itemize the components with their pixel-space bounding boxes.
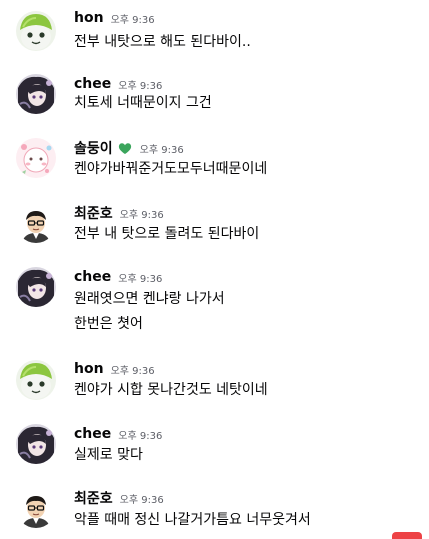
message-text: 치토세 너때문이지 그건 — [74, 95, 212, 111]
dark-anime-avatar-icon — [16, 74, 56, 114]
message-text: 켄야가 시합 못나간것도 네탓이네 — [74, 382, 268, 398]
avatar[interactable] — [16, 267, 56, 307]
message-timestamp[interactable]: 오후 9:36 — [118, 427, 162, 442]
message-timestamp[interactable]: 오후 9:36 — [118, 77, 162, 92]
avatar[interactable] — [16, 360, 56, 400]
avatar[interactable] — [16, 424, 56, 464]
avatar[interactable] — [16, 488, 56, 528]
avatar[interactable] — [16, 11, 56, 51]
message-timestamp[interactable]: 오후 9:36 — [111, 362, 155, 377]
message-timestamp[interactable]: 오후 9:36 — [118, 270, 162, 285]
message-text: 켄야가바꿔준거도모두너때문이네 — [74, 161, 268, 177]
author-name[interactable]: 최준호 — [74, 203, 113, 223]
green-cap-avatar-icon — [16, 11, 56, 51]
author-name[interactable]: 최준호 — [74, 488, 113, 508]
message-text: 한번은 쳣어 — [74, 316, 143, 332]
message-timestamp[interactable]: 오후 9:36 — [120, 206, 164, 221]
dark-anime-avatar-icon — [16, 424, 56, 464]
author-name[interactable]: 솔둥이 — [74, 138, 113, 158]
author-name[interactable]: chee — [74, 76, 111, 92]
author-name[interactable]: hon — [74, 10, 104, 26]
glasses-man-avatar-icon — [16, 203, 56, 243]
message-text: 원래엿으면 켄냐랑 나가서 — [74, 291, 225, 307]
avatar[interactable] — [16, 74, 56, 114]
message-text: 실제로 맞다 — [74, 447, 143, 463]
green-heart-badge-icon — [117, 140, 133, 156]
message-text: 전부 내 탓으로 돌려도 된다바이 — [74, 226, 260, 242]
author-name[interactable]: chee — [74, 426, 111, 442]
author-name[interactable]: hon — [74, 361, 104, 377]
dark-anime-avatar-icon — [16, 267, 56, 307]
jump-to-present-tab[interactable] — [392, 532, 422, 539]
message-timestamp[interactable]: 오후 9:36 — [111, 11, 155, 26]
message-list: hon 오후 9:36 전부 내탓으로 해도 된다바이.. chee 오후 9:… — [0, 0, 429, 539]
avatar[interactable] — [16, 203, 56, 243]
author-name[interactable]: chee — [74, 269, 111, 285]
message-timestamp[interactable]: 오후 9:36 — [120, 491, 164, 506]
glasses-man-avatar-icon — [16, 488, 56, 528]
message-text: 악플 때매 정신 나갈거가틈요 너무웃겨서 — [74, 512, 311, 528]
green-cap-avatar-icon — [16, 360, 56, 400]
message-timestamp[interactable]: 오후 9:36 — [140, 141, 184, 156]
avatar[interactable] — [16, 138, 56, 178]
message-text: 전부 내탓으로 해도 된다바이.. — [74, 34, 251, 50]
pink-character-avatar-icon — [16, 138, 56, 178]
